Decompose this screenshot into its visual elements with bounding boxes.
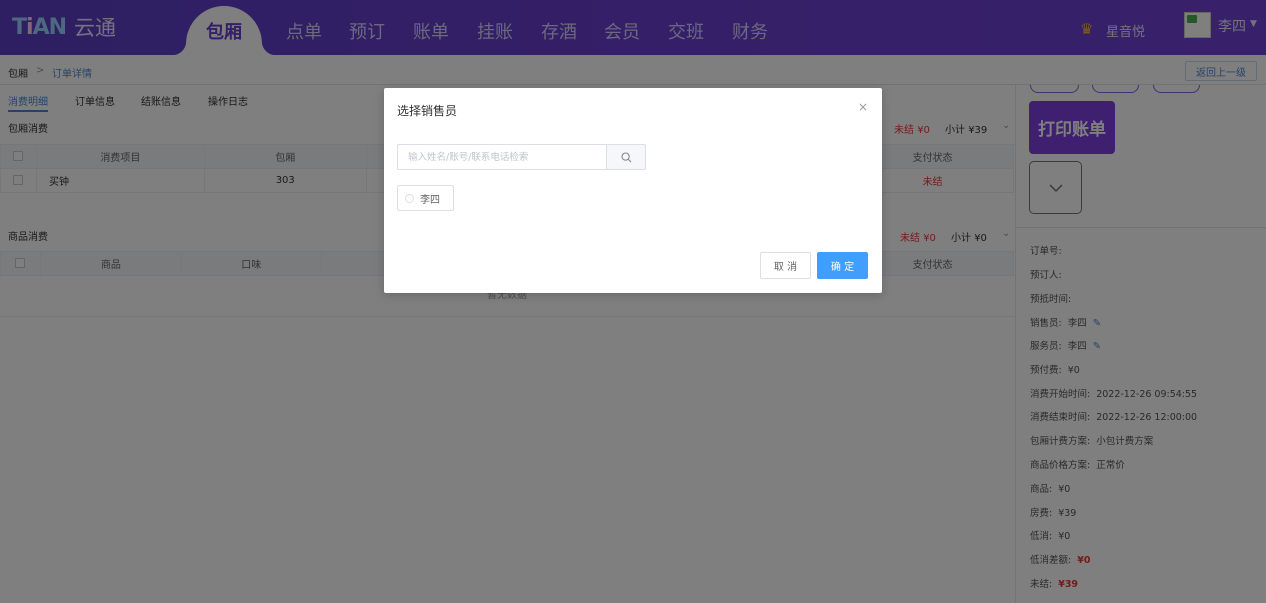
- search-input[interactable]: [397, 144, 607, 170]
- dialog-title: 选择销售员: [397, 104, 458, 118]
- confirm-button[interactable]: 确 定: [817, 252, 868, 279]
- search-icon: [620, 151, 631, 162]
- cancel-button[interactable]: 取 消: [760, 252, 811, 279]
- close-icon[interactable]: ×: [858, 100, 868, 114]
- salesperson-option[interactable]: 李四: [397, 185, 454, 211]
- radio-icon: [405, 193, 414, 203]
- search-button[interactable]: [606, 144, 646, 170]
- select-salesperson-dialog: 选择销售员 × 李四 取 消 确 定: [384, 88, 882, 293]
- option-label: 李四: [420, 194, 440, 206]
